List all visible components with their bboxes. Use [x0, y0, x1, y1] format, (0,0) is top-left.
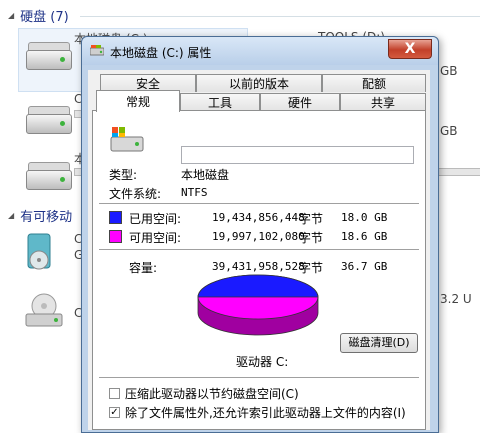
tab-quota[interactable]: 配额: [322, 74, 426, 92]
dvd-drive-icon: [20, 292, 80, 340]
drive-name-input[interactable]: [181, 146, 414, 164]
used-space-unit: 字节: [299, 212, 324, 226]
disk-usage-pie: [197, 274, 319, 336]
group-header-hdd[interactable]: ◢ 硬盘 (7): [8, 6, 69, 25]
free-space-bytes: 19,997,102,080: [212, 230, 305, 243]
group-divider: [80, 16, 480, 17]
disk-cleanup-button[interactable]: 磁盘清理(D): [340, 333, 418, 353]
free-space-swatch: [109, 230, 122, 243]
tab-previous-versions[interactable]: 以前的版本: [196, 74, 322, 92]
drive-c-icon: [20, 30, 80, 78]
compress-checkbox[interactable]: [109, 388, 120, 399]
collapse-triangle-icon[interactable]: ◢: [8, 11, 14, 20]
type-label: 类型:: [109, 168, 138, 182]
free-space-unit: 字节: [299, 231, 324, 245]
capacity-gb: 36.7 GB: [341, 260, 388, 273]
index-checkbox[interactable]: ✓: [109, 407, 120, 418]
free-space-label: 可用空间:: [129, 231, 182, 245]
filesystem-label: 文件系统:: [109, 187, 162, 201]
group-header-removable[interactable]: ◢ 有可移动: [8, 206, 72, 225]
compress-label[interactable]: 压缩此驱动器以节约磁盘空间(C): [125, 385, 299, 402]
used-space-gb: 18.0 GB: [341, 211, 388, 224]
drive-2-size: GB: [440, 124, 458, 138]
separator: [99, 377, 419, 379]
tab-sharing[interactable]: 共享: [340, 93, 426, 111]
drive-tools-usage-bar: [438, 168, 480, 176]
group-hdd-label: 硬盘 (7): [20, 10, 69, 25]
dialog-title: 本地磁盘 (C:) 属性: [110, 46, 212, 60]
group-removable-label: 有可移动: [20, 210, 73, 225]
capacity-label: 容量:: [129, 261, 158, 275]
type-value: 本地磁盘: [181, 168, 230, 182]
tab-hardware[interactable]: 硬件: [260, 93, 340, 111]
close-button[interactable]: X: [388, 39, 432, 59]
used-space-swatch: [109, 211, 122, 224]
separator: [99, 249, 419, 251]
general-tab-page: 类型: 本地磁盘 文件系统: NTFS 已用空间: 19,434,856,448…: [92, 110, 426, 430]
used-space-label: 已用空间:: [129, 212, 182, 226]
dialog-titlebar[interactable]: 本地磁盘 (C:) 属性 X: [82, 37, 438, 65]
pie-slice-used: [197, 274, 319, 298]
filesystem-value: NTFS: [181, 186, 208, 199]
drive-letter-label: 驱动器 C:: [236, 355, 289, 369]
free-space-gb: 18.6 GB: [341, 230, 388, 243]
collapse-triangle-icon[interactable]: ◢: [8, 211, 14, 220]
index-label[interactable]: 除了文件属性外,还允许索引此驱动器上文件的内容(I): [125, 404, 406, 421]
drive-icon-3: [20, 150, 80, 198]
tab-tools[interactable]: 工具: [180, 93, 260, 111]
removable-2-size: 3.2 U: [440, 292, 472, 306]
drive-large-icon: [110, 127, 144, 152]
drive-icon-2: [20, 94, 80, 142]
separator: [99, 203, 419, 205]
used-space-bytes: 19,434,856,448: [212, 211, 305, 224]
drive-tools-size: GB: [440, 64, 458, 78]
removable-drive-icon: [20, 230, 80, 278]
drive-title-icon: [90, 45, 104, 56]
tab-general[interactable]: 常规: [96, 90, 180, 112]
